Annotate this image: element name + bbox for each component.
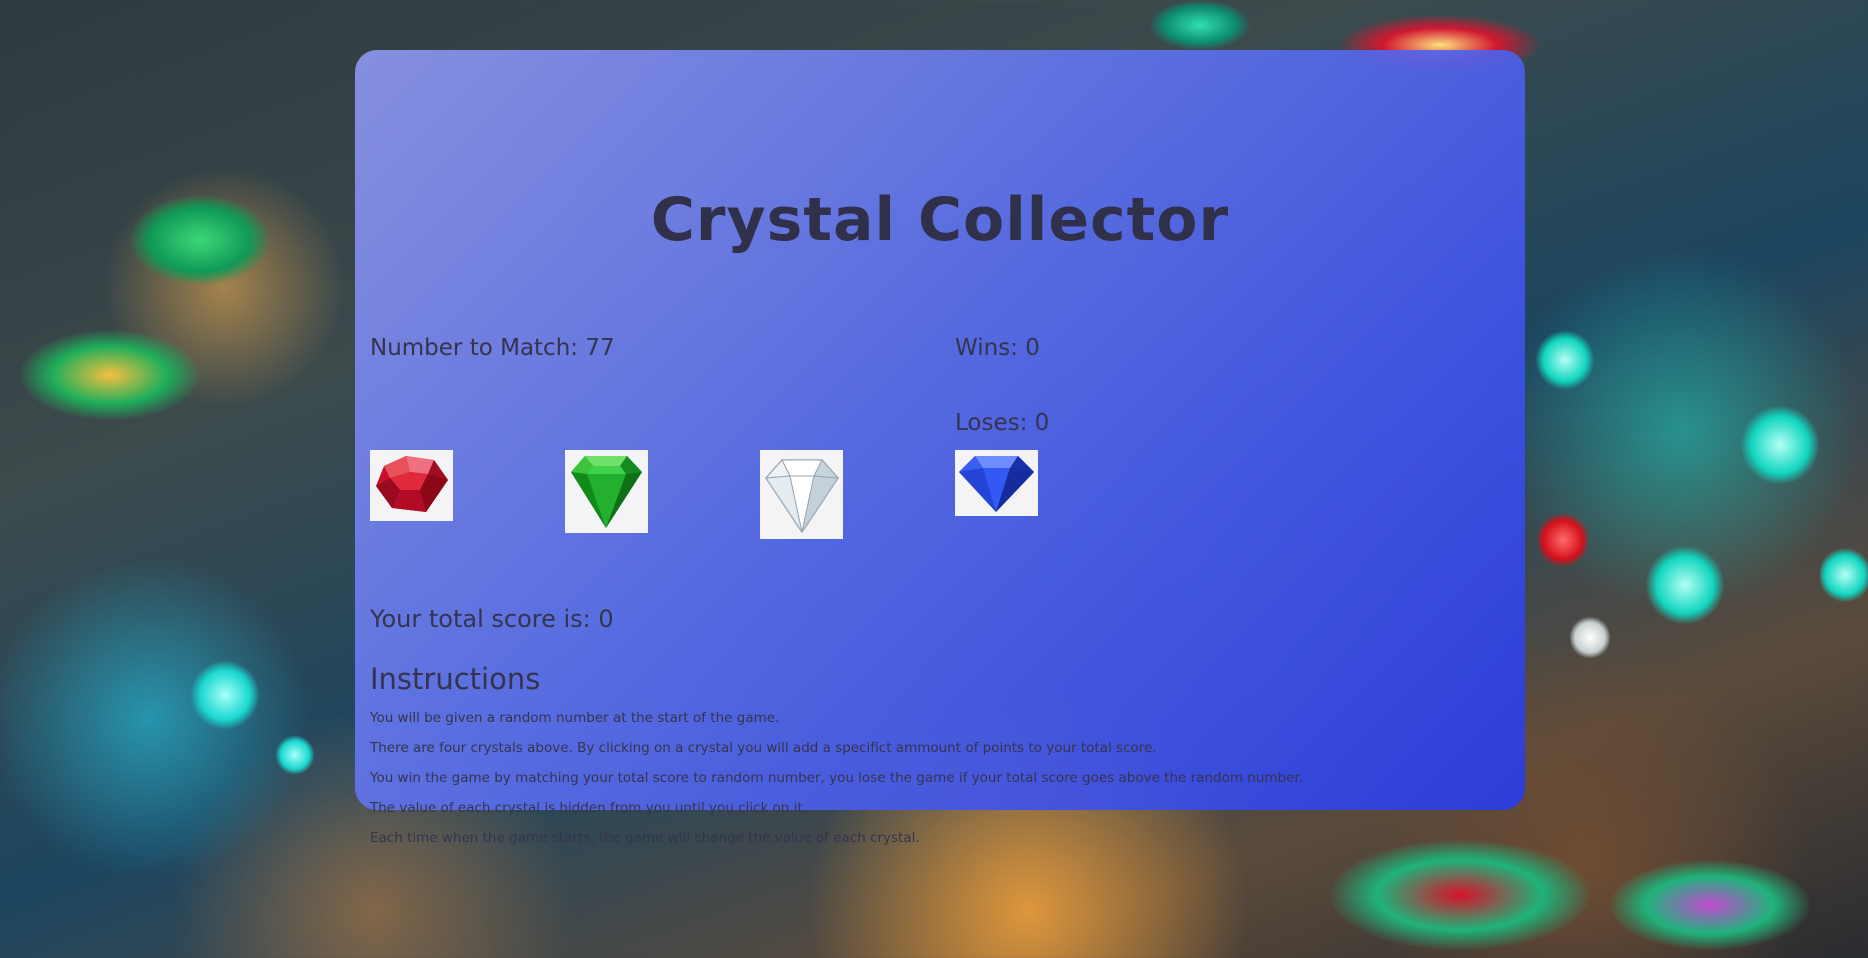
loses-counter: Loses: 0 xyxy=(955,410,1049,436)
diamond-crystal-button[interactable] xyxy=(760,450,843,539)
instructions-heading: Instructions xyxy=(370,662,541,696)
sapphire-crystal-button[interactable] xyxy=(955,450,1038,516)
background-gem xyxy=(1610,860,1810,950)
loses-label: Loses: xyxy=(955,410,1035,436)
background-gem xyxy=(1820,545,1868,605)
number-to-match-label: Number to Match: xyxy=(370,335,586,361)
background-gem xyxy=(1535,330,1595,390)
total-score: Your total score is: 0 xyxy=(370,605,614,633)
loses-value: 0 xyxy=(1034,410,1050,436)
instruction-line: Each time when the game starts, the game… xyxy=(370,830,920,846)
background-gem xyxy=(1645,545,1725,625)
background-gem xyxy=(130,195,270,285)
instruction-line: You will be given a random number at the… xyxy=(370,710,780,726)
background-gem xyxy=(20,330,200,420)
background-gem xyxy=(275,735,315,775)
background-gem xyxy=(1150,0,1250,50)
ruby-crystal-button[interactable] xyxy=(370,450,453,521)
instruction-line: You win the game by matching your total … xyxy=(370,770,1304,786)
background-gem xyxy=(1538,510,1588,570)
wins-counter: Wins: 0 xyxy=(955,335,1040,361)
instruction-line: There are four crystals above. By clicki… xyxy=(370,740,1157,756)
background-gem xyxy=(1570,615,1610,660)
game-panel: Crystal Collector Number to Match: 77 Wi… xyxy=(355,50,1525,846)
emerald-crystal-button[interactable] xyxy=(565,450,648,533)
background-gem xyxy=(190,660,260,730)
background-gem xyxy=(1740,405,1820,485)
game-title: Crystal Collector xyxy=(650,185,1230,255)
background-gem xyxy=(1330,840,1590,950)
instruction-line: The value of each crystal is hidden from… xyxy=(370,800,807,816)
number-to-match-value: 77 xyxy=(585,335,615,361)
number-to-match: Number to Match: 77 xyxy=(370,335,615,361)
total-score-value: 0 xyxy=(598,605,614,633)
wins-value: 0 xyxy=(1025,335,1040,361)
wins-label: Wins: xyxy=(955,335,1026,361)
total-score-label: Your total score is: xyxy=(370,605,599,633)
